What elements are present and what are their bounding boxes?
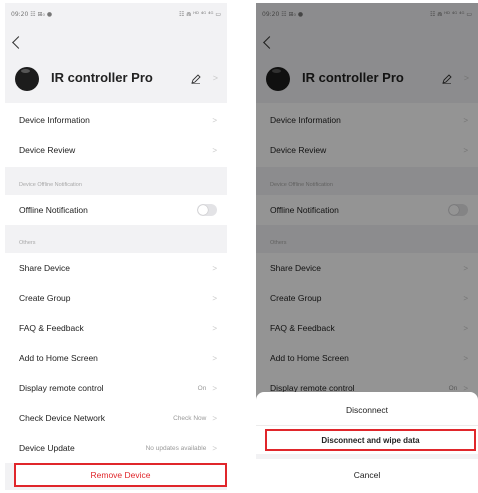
chevron-right-icon: > — [212, 413, 217, 423]
chevron-right-icon: > — [212, 353, 217, 363]
phone-screen-disconnect-sheet: 09:20 ☷ ⊞₀ ● ☷ ⋒ ᴴᴰ ⁴ᴳ ⁴ᴳ ▭ IR controlle… — [256, 3, 478, 490]
chevron-right-icon: > — [212, 73, 218, 83]
section-title-offline: Device Offline Notification — [19, 182, 82, 188]
device-icon — [15, 67, 39, 91]
display-remote-label: Display remote control — [19, 383, 104, 393]
status-bar: 09:20 ☷ ⊞₀ ● ☷ ⋒ ᴴᴰ ⁴ᴳ ⁴ᴳ ▭ — [5, 3, 227, 25]
remove-device-button[interactable]: Remove Device — [14, 463, 227, 487]
device-update-value: No updates available — [145, 444, 207, 452]
faq-feedback-row[interactable]: FAQ & Feedback > — [5, 313, 227, 343]
status-bar-indicators: ☷ ⋒ ᴴᴰ ⁴ᴳ ⁴ᴳ ▭ — [178, 10, 221, 18]
chevron-right-icon: > — [212, 323, 217, 333]
disconnect-wipe-data-button[interactable]: Disconnect and wipe data — [265, 429, 476, 451]
chevron-right-icon: > — [212, 263, 217, 273]
device-update-row[interactable]: Device Update No updates available > — [5, 433, 227, 463]
back-arrow-icon[interactable] — [12, 36, 25, 49]
disconnect-action-sheet: Disconnect Disconnect and wipe data Canc… — [256, 392, 478, 490]
offline-notification-row: Offline Notification — [5, 195, 227, 225]
disconnect-button[interactable]: Disconnect — [256, 395, 478, 425]
settings-group-others: Share Device > Create Group > FAQ & Feed… — [5, 253, 227, 463]
phone-screen-settings: 09:20 ☷ ⊞₀ ● ☷ ⋒ ᴴᴰ ⁴ᴳ ⁴ᴳ ▭ IR controlle… — [5, 3, 227, 490]
create-group-row[interactable]: Create Group > — [5, 283, 227, 313]
section-title-others: Others — [19, 240, 36, 246]
settings-group-offline: Offline Notification — [5, 195, 227, 225]
add-to-home-row[interactable]: Add to Home Screen > — [5, 343, 227, 373]
add-to-home-label: Add to Home Screen — [19, 353, 98, 363]
share-device-label: Share Device — [19, 263, 71, 273]
device-header: IR controller Pro > — [5, 63, 227, 93]
create-group-label: Create Group — [19, 293, 71, 303]
device-information-row[interactable]: Device Information > — [5, 105, 227, 135]
device-update-label: Device Update — [19, 443, 75, 453]
chevron-right-icon: > — [212, 293, 217, 303]
cancel-button[interactable]: Cancel — [256, 460, 478, 490]
device-review-row[interactable]: Device Review > — [5, 135, 227, 165]
share-device-row[interactable]: Share Device > — [5, 253, 227, 283]
device-information-label: Device Information — [19, 115, 90, 125]
chevron-right-icon: > — [212, 443, 217, 453]
check-network-label: Check Device Network — [19, 413, 105, 423]
settings-group-device: Device Information > Device Review > — [5, 103, 227, 167]
offline-notification-label: Offline Notification — [19, 205, 88, 215]
faq-feedback-label: FAQ & Feedback — [19, 323, 84, 333]
chevron-right-icon: > — [212, 145, 217, 155]
pencil-icon[interactable] — [191, 74, 201, 84]
device-name: IR controller Pro — [51, 70, 153, 85]
chevron-right-icon: > — [212, 115, 217, 125]
status-bar-time: 09:20 ☷ ⊞₀ ● — [11, 10, 53, 18]
sheet-divider — [256, 425, 478, 426]
device-review-label: Device Review — [19, 145, 76, 155]
sheet-separator — [256, 454, 478, 459]
check-network-row[interactable]: Check Device Network Check Now > — [5, 403, 227, 433]
check-network-value: Check Now — [173, 414, 207, 422]
chevron-right-icon: > — [212, 383, 217, 393]
offline-notification-toggle[interactable] — [197, 204, 217, 216]
display-remote-row[interactable]: Display remote control On > — [5, 373, 227, 403]
display-remote-value: On — [197, 384, 207, 392]
